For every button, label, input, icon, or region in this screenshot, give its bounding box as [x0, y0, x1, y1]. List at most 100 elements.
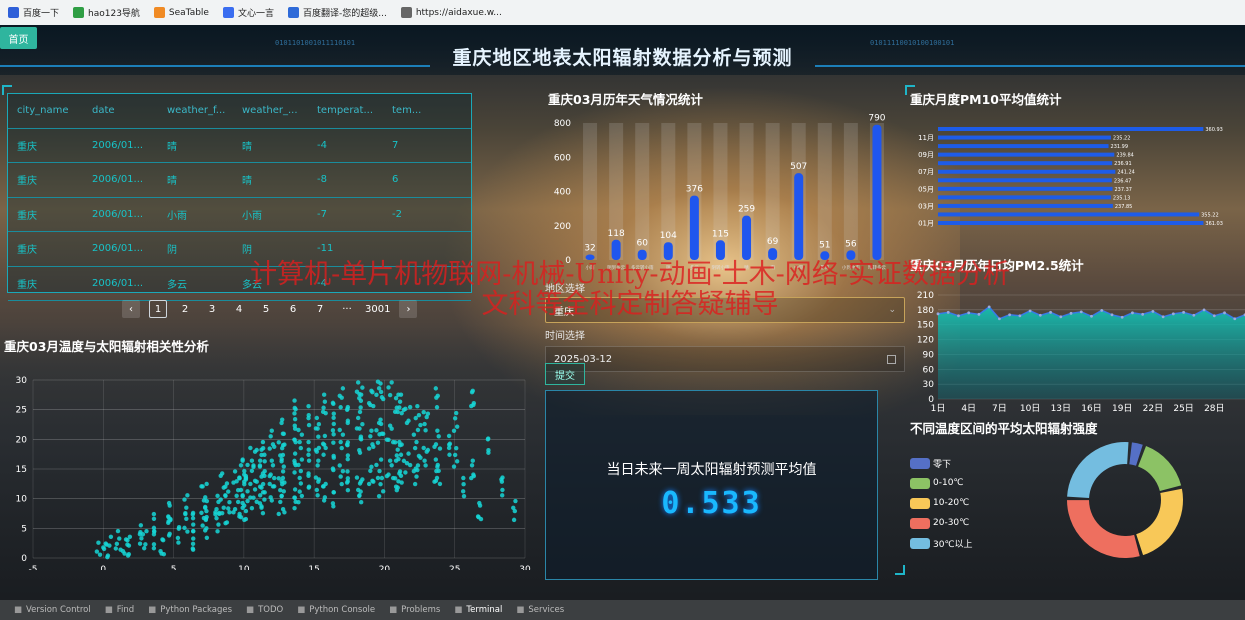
data-point: [252, 487, 258, 492]
data-label: 355.22: [1201, 212, 1219, 218]
data-point: [262, 452, 267, 457]
legend-label: 10-20℃: [933, 498, 970, 508]
status-tab-3[interactable]: ■ TODO: [246, 605, 283, 615]
data-point: [257, 464, 263, 469]
home-button[interactable]: 首页: [0, 27, 37, 49]
data-point: [389, 463, 394, 468]
data-point: [435, 462, 440, 468]
data-point: [227, 510, 232, 515]
data-label: 239.84: [1116, 153, 1134, 159]
bookmark-0[interactable]: 百度一下: [8, 6, 59, 19]
column-header[interactable]: city_name: [8, 105, 83, 116]
legend-item[interactable]: 0-10℃: [910, 473, 973, 493]
y-tick-label: 150: [917, 321, 934, 331]
table-row[interactable]: 重庆 2006/01... 晴 晴 -8 6: [8, 163, 471, 198]
data-point: [238, 487, 244, 493]
data-point: [190, 546, 195, 551]
status-tab-5[interactable]: ■ Problems: [389, 605, 440, 615]
data-point: [401, 458, 407, 464]
data-point: [279, 482, 285, 487]
column-header[interactable]: temperat...: [308, 105, 383, 116]
status-tab-6[interactable]: ■ Terminal: [454, 605, 502, 615]
data-point: [393, 458, 399, 463]
date-picker[interactable]: 2025-03-12: [545, 346, 905, 372]
data-point: [370, 442, 375, 447]
bar: [938, 178, 1112, 183]
data-point: [322, 399, 328, 404]
data-point: [345, 488, 351, 493]
data-point: [1141, 312, 1145, 316]
data-point: [139, 536, 144, 541]
table-cell: 2006/01...: [92, 139, 144, 151]
column-header[interactable]: weather_...: [233, 105, 308, 116]
table-row[interactable]: 重庆 2006/01... 晴 晴 -4 7: [8, 129, 471, 163]
data-point: [486, 448, 491, 453]
data-point: [175, 535, 181, 541]
y-tick-label: 03月: [918, 202, 934, 210]
legend-item[interactable]: 零下: [910, 453, 973, 473]
legend-item[interactable]: 10-20℃: [910, 493, 973, 513]
dashboard: 0101101001011110101 01011110010100100101…: [0, 25, 1245, 600]
data-point: [513, 498, 518, 504]
console-icon: ■: [297, 605, 306, 615]
data-point: [204, 535, 210, 540]
data-label: 376: [686, 185, 703, 195]
table-row[interactable]: 重庆 2006/01... 小雨 小雨 -7 -2: [8, 198, 471, 232]
status-tab-7[interactable]: ■ Services: [516, 605, 564, 615]
data-point: [375, 379, 381, 384]
x-tick-label: 10: [238, 565, 250, 570]
data-point: [378, 457, 384, 462]
data-label: 507: [790, 162, 807, 172]
data-point: [96, 540, 101, 545]
data-point: [407, 404, 413, 410]
bookmark-4[interactable]: 百度翻译-您的超级...: [287, 6, 387, 19]
column-header[interactable]: weather_f...: [158, 105, 233, 116]
data-point: [424, 414, 429, 420]
data-point: [280, 452, 286, 458]
data-point: [182, 525, 187, 531]
data-point: [270, 442, 276, 447]
data-point: [357, 409, 363, 415]
data-point: [190, 516, 196, 521]
status-tab-4[interactable]: ■ Python Console: [297, 605, 375, 615]
bookmark-3[interactable]: 文心一言: [222, 6, 274, 19]
data-point: [292, 505, 297, 511]
bookmark-5[interactable]: https://aidaxue.w...: [400, 7, 502, 18]
data-label: 790: [868, 114, 885, 124]
status-tab-1[interactable]: ■ Find: [105, 605, 134, 615]
data-point: [415, 404, 420, 409]
data-label: 237.85: [1115, 204, 1133, 210]
data-point: [360, 385, 365, 390]
data-point: [248, 481, 253, 487]
data-point: [280, 475, 286, 481]
data-point: [454, 424, 460, 429]
data-point: [461, 475, 466, 481]
bookmark-1[interactable]: hao123导航: [73, 6, 140, 19]
status-tab-0[interactable]: ■ Version Control: [14, 605, 91, 615]
data-point: [374, 428, 379, 433]
column-header[interactable]: date: [83, 105, 158, 116]
data-point: [279, 420, 284, 426]
data-point: [257, 484, 263, 489]
submit-button[interactable]: 提交: [545, 363, 585, 385]
y-tick-label: 5: [21, 524, 27, 534]
legend-item[interactable]: 20-30℃: [910, 513, 973, 533]
baidu-icon: [8, 7, 19, 18]
scatter-chart: 051015202530-5 0 5 10 15 20 25 30: [16, 376, 531, 570]
data-point: [184, 516, 189, 521]
data-point: [104, 542, 109, 547]
bar: [872, 124, 882, 261]
bookmark-2[interactable]: SeaTable: [153, 7, 209, 18]
data-label: 360.93: [1205, 127, 1223, 133]
data-point: [243, 508, 249, 514]
data-point: [227, 500, 232, 505]
data-point: [354, 475, 360, 480]
column-header[interactable]: tem...: [383, 105, 458, 116]
legend-item[interactable]: 30℃以上: [910, 533, 973, 553]
data-point: [306, 404, 311, 409]
data-point: [447, 452, 452, 457]
data-point: [299, 432, 305, 437]
status-tab-2[interactable]: ■ Python Packages: [148, 605, 232, 615]
legend-swatch: [910, 457, 930, 469]
data-point: [321, 452, 326, 457]
